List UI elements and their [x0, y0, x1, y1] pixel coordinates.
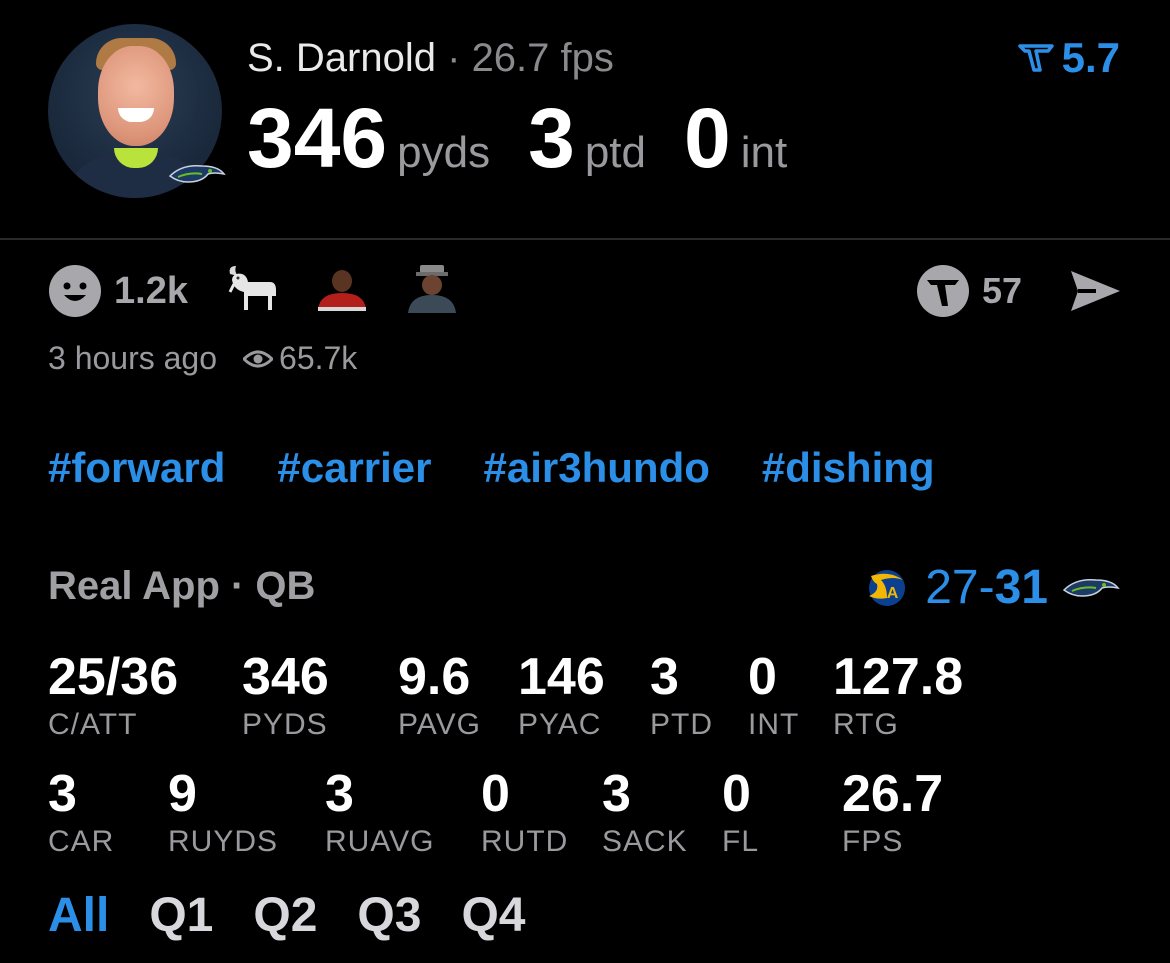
eye-views-icon — [243, 350, 274, 367]
game-score-text: 27-31 — [925, 560, 1048, 615]
goat-icon — [228, 265, 276, 310]
home-score: 31 — [994, 561, 1048, 614]
stat-value: 146 — [518, 648, 605, 706]
tab-q1[interactable]: Q1 — [149, 888, 213, 943]
stat-cell: 146 PYAC — [518, 646, 605, 742]
hashtag-dishing[interactable]: #dishing — [762, 444, 935, 492]
stat-value: 3 — [602, 765, 631, 823]
hashtag-forward[interactable]: #forward — [48, 444, 225, 492]
stat-cell: 9 RUYDS — [168, 763, 278, 859]
stat-label: RUTD — [481, 825, 569, 858]
reaction-count[interactable]: 1.2k — [114, 270, 188, 313]
svg-text:LA: LA — [877, 585, 899, 602]
interceptions-unit: int — [740, 128, 788, 177]
player-sticker-1-icon — [317, 269, 366, 311]
pass-yards-unit: pyds — [397, 128, 491, 177]
vote-score[interactable]: 5.7 — [1017, 34, 1120, 82]
rams-logo-icon: LA — [869, 569, 906, 606]
stat-label: PAVG — [398, 708, 481, 741]
pass-td-unit: ptd — [584, 128, 646, 177]
stat-value: 3 — [48, 765, 77, 823]
share-send-icon[interactable] — [1068, 268, 1122, 314]
tab-all[interactable]: All — [48, 888, 109, 943]
tab-q2[interactable]: Q2 — [253, 888, 317, 943]
stat-label: PYDS — [242, 708, 328, 741]
stat-cell: 3 PTD — [650, 646, 713, 742]
player-sticker-2-icon — [407, 264, 456, 313]
tab-q4[interactable]: Q4 — [461, 888, 525, 943]
seahawks-badge-icon — [168, 164, 226, 183]
stat-cell: 3 RUAVG — [325, 763, 434, 859]
pass-yards-value: 346 — [247, 91, 388, 185]
stat-label: SACK — [602, 825, 688, 858]
hashtag-air3hundo[interactable]: #air3hundo — [484, 444, 710, 492]
player-name[interactable]: S. Darnold — [247, 36, 436, 80]
player-title-line: S. Darnold · 26.7 fps — [247, 34, 614, 82]
stat-value: 0 — [481, 765, 510, 823]
stat-cell: 3 SACK — [602, 763, 688, 859]
goat-emoji[interactable] — [226, 262, 280, 321]
player-separator: · — [447, 36, 461, 80]
stat-value: 9.6 — [398, 648, 471, 706]
vote-count: 57 — [981, 270, 1022, 311]
real-vote-icon[interactable] — [916, 264, 970, 318]
stats-source-label: Real App · QB — [48, 564, 316, 608]
reaction-row: 1.2k — [48, 264, 494, 318]
stat-label: RUAVG — [325, 825, 435, 858]
headline-stats: 346 pyds 3 ptd 0 int — [247, 90, 825, 186]
view-count: 65.7k — [279, 340, 358, 376]
stat-label: RTG — [833, 708, 899, 741]
stat-cell: 127.8 RTG — [833, 646, 963, 742]
stat-cell: 346 PYDS — [242, 646, 329, 742]
player-avatar-emoji-2[interactable] — [404, 263, 460, 320]
post-actions: 57 — [916, 264, 1122, 318]
stat-label: C/ATT — [48, 708, 138, 741]
stat-cell: 0 INT — [748, 646, 799, 742]
stat-label: FPS — [842, 825, 904, 858]
stat-cell: 3 CAR — [48, 763, 114, 859]
smiley-reaction-icon[interactable] — [48, 264, 102, 318]
stat-label: PYAC — [518, 708, 602, 741]
stat-label: INT — [748, 708, 800, 741]
stat-value: 25/36 — [48, 648, 179, 706]
score-dash: - — [978, 561, 995, 614]
seahawks-logo-icon — [1062, 578, 1120, 597]
stat-label: FL — [722, 825, 760, 858]
stat-cell: 9.6 PAVG — [398, 646, 481, 742]
game-score[interactable]: LA 27-31 — [857, 560, 1120, 615]
stat-label: RUYDS — [168, 825, 279, 858]
quarter-tabs: All Q1 Q2 Q3 Q4 — [48, 888, 565, 943]
stat-cell: 0 FL — [722, 763, 759, 859]
header-divider — [0, 238, 1170, 240]
stat-label: PTD — [650, 708, 713, 741]
avatar-face — [98, 46, 174, 146]
stat-value: 0 — [722, 765, 751, 823]
away-score: 27 — [925, 561, 979, 614]
tab-q3[interactable]: Q3 — [357, 888, 421, 943]
stat-value: 346 — [242, 648, 329, 706]
stat-cell: 0 RUTD — [481, 763, 568, 859]
hashtag-carrier[interactable]: #carrier — [277, 444, 431, 492]
stat-value: 0 — [748, 648, 777, 706]
stat-cell: 25/36 C/ATT — [48, 646, 178, 742]
stat-value: 26.7 — [842, 765, 944, 823]
stat-label: CAR — [48, 825, 115, 858]
hashtag-list: #forward #carrier #air3hundo #dishing — [48, 444, 987, 492]
interceptions-value: 0 — [684, 91, 731, 185]
stat-value: 3 — [650, 648, 679, 706]
stat-cell: 26.7 FPS — [842, 763, 943, 859]
stat-value: 3 — [325, 765, 354, 823]
post-timestamp: 3 hours ago — [48, 340, 218, 376]
real-arrow-icon — [1017, 44, 1054, 72]
player-fps: 26.7 fps — [471, 36, 614, 80]
stat-value: 127.8 — [833, 648, 964, 706]
post-meta: 3 hours ago 65.7k — [48, 340, 357, 377]
player-avatar-emoji-1[interactable] — [314, 265, 370, 318]
stat-value: 9 — [168, 765, 197, 823]
pass-td-value: 3 — [528, 91, 575, 185]
vote-score-value: 5.7 — [1061, 34, 1120, 81]
